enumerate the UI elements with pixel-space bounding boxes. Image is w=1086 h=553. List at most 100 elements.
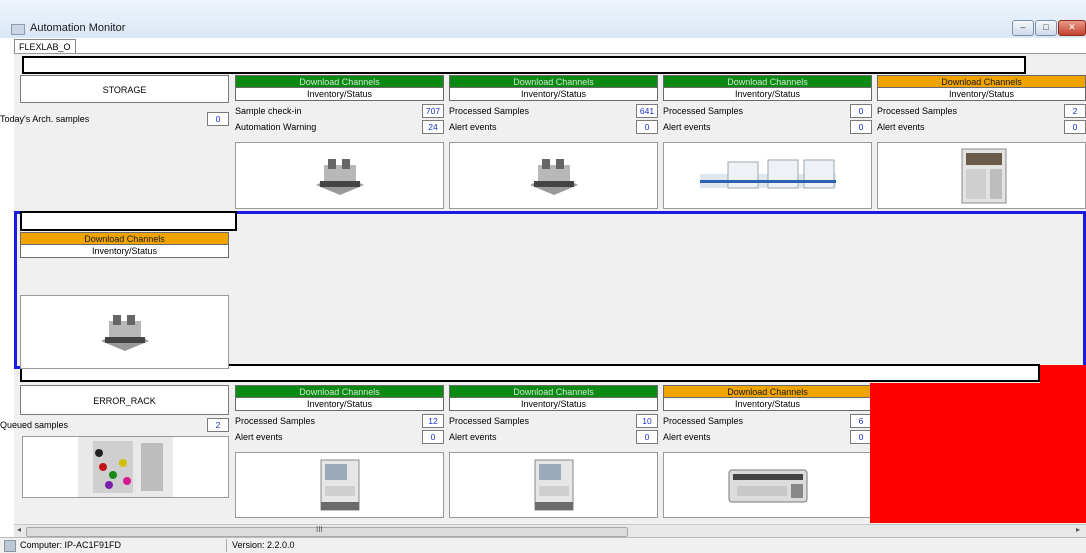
download-channels-button[interactable]: Download Channels <box>235 75 444 88</box>
analyzer-card[interactable]: Download ChannelsInventory/Status Process… <box>663 385 872 518</box>
metric-row: Sample check-in 707 <box>235 104 444 118</box>
tab-flexlab[interactable]: FLEXLAB_O <box>14 39 76 54</box>
metric-value: 0 <box>636 430 658 444</box>
status-computer: Computer: IP-AC1F91FD <box>20 540 122 550</box>
download-channels-button[interactable]: Download Channels <box>449 75 658 88</box>
metric-label: Automation Warning <box>235 122 317 132</box>
storage-card[interactable]: STORAGE Today's Arch. samples 0 <box>0 75 229 126</box>
scroll-thumb[interactable] <box>26 527 628 537</box>
instrument-image <box>449 452 658 518</box>
error-rack-card[interactable]: ERROR_RACK Queued samples 2 <box>0 385 229 498</box>
metric-row: Processed Samples 641 <box>449 104 658 118</box>
metric-value: 12 <box>422 414 444 428</box>
metric-label: Alert events <box>449 122 497 132</box>
title-bar: Automation Monitor – □ ✕ <box>0 0 1086 38</box>
download-channels-button[interactable]: Download Channels <box>235 385 444 398</box>
metric-row: Processed Samples 12 <box>235 414 444 428</box>
inventory-status-button[interactable]: Inventory/Status <box>663 398 872 411</box>
instrument-image <box>20 295 229 369</box>
close-button[interactable]: ✕ <box>1058 20 1086 36</box>
app-icon <box>11 24 25 35</box>
metric-row: Processed Samples 2 <box>877 104 1086 118</box>
metric-row: Automation Warning 24 <box>235 120 444 134</box>
metric-row: Alert events 0 <box>877 120 1086 134</box>
error-rack-image <box>22 436 229 498</box>
download-channels-button[interactable]: Download Channels <box>20 232 229 245</box>
metric-value: 0 <box>422 430 444 444</box>
instrument-image <box>449 142 658 209</box>
window-title: Automation Monitor <box>30 22 126 34</box>
status-bar: Computer: IP-AC1F91FD Version: 2.2.0.0 <box>0 537 1086 553</box>
metric-label: Processed Samples <box>663 106 744 116</box>
metric-value: 6 <box>850 414 872 428</box>
metric-value: 0 <box>1064 120 1086 134</box>
metric-label: Processed Samples <box>235 416 316 426</box>
horizontal-scrollbar[interactable]: ◂ III ▸ <box>14 524 1086 538</box>
metric-label: Alert events <box>877 122 925 132</box>
minimize-button[interactable]: – <box>1012 20 1034 36</box>
metric-label: Alert events <box>663 122 711 132</box>
metric-row: Alert events 0 <box>235 430 444 444</box>
inventory-status-button[interactable]: Inventory/Status <box>235 398 444 411</box>
metric-label: Sample check-in <box>235 106 302 116</box>
metric-value: 641 <box>636 104 658 118</box>
status-version: Version: 2.2.0.0 <box>232 540 295 550</box>
metric-value: 0 <box>636 120 658 134</box>
metric-label: Alert events <box>449 432 497 442</box>
analyzer-card[interactable]: Download Channels Inventory/Status Sample … <box>235 75 444 209</box>
metric-value: 0 <box>850 120 872 134</box>
inventory-status-button[interactable]: Inventory/Status <box>663 88 872 101</box>
storage-title: STORAGE <box>20 75 229 103</box>
inventory-status-button[interactable]: Inventory/Status <box>20 245 229 258</box>
metric-label: Alert events <box>235 432 283 442</box>
metric-label: Processed Samples <box>449 416 530 426</box>
metric-label: Processed Samples <box>449 106 530 116</box>
storage-label: Today's Arch. samples <box>0 114 90 124</box>
instrument-image <box>235 452 444 518</box>
metric-value: 2 <box>1064 104 1086 118</box>
metric-value: 0 <box>850 430 872 444</box>
metric-row: Alert events 0 <box>449 430 658 444</box>
download-channels-button[interactable]: Download Channels <box>877 75 1086 88</box>
analyzer-card[interactable]: Download ChannelsInventory/Status Process… <box>449 385 658 518</box>
download-channels-button[interactable]: Download Channels <box>449 385 658 398</box>
scroll-grip: III <box>316 525 323 534</box>
instrument-image <box>663 452 872 518</box>
inventory-status-button[interactable]: Inventory/Status <box>449 398 658 411</box>
metric-label: Alert events <box>663 432 711 442</box>
analyzer-card[interactable]: Download ChannelsInventory/Status Process… <box>663 75 872 209</box>
analyzer-card[interactable]: Download Channels Inventory/Status <box>20 232 229 369</box>
analyzer-card[interactable]: Download ChannelsInventory/Status Process… <box>235 385 444 518</box>
analyzer-card[interactable]: Download ChannelsInventory/Status Process… <box>877 75 1086 209</box>
scroll-left-arrow[interactable]: ◂ <box>17 525 21 534</box>
maximize-button[interactable]: □ <box>1035 20 1057 36</box>
group-header-bar-1 <box>22 56 1026 74</box>
instrument-image <box>663 142 872 209</box>
inventory-status-button[interactable]: Inventory/Status <box>449 88 658 101</box>
metric-row: Alert events 0 <box>663 120 872 134</box>
instrument-image <box>877 142 1086 209</box>
error-rack-value: 2 <box>207 418 229 432</box>
metric-row: Alert events 0 <box>663 430 872 444</box>
metric-value: 0 <box>850 104 872 118</box>
download-channels-button[interactable]: Download Channels <box>663 75 872 88</box>
alarm-indicator <box>1040 365 1086 385</box>
error-rack-row: Queued samples 2 <box>0 418 229 432</box>
metric-value: 10 <box>636 414 658 428</box>
metric-row: Processed Samples 6 <box>663 414 872 428</box>
storage-row: Today's Arch. samples 0 <box>0 112 229 126</box>
metric-label: Processed Samples <box>877 106 958 116</box>
group-header-bar-2 <box>20 211 237 231</box>
metric-value: 707 <box>422 104 444 118</box>
analyzer-card[interactable]: Download ChannelsInventory/Status Process… <box>449 75 658 209</box>
inventory-status-button[interactable]: Inventory/Status <box>235 88 444 101</box>
computer-icon <box>4 540 16 552</box>
inventory-status-button[interactable]: Inventory/Status <box>877 88 1086 101</box>
metric-row: Alert events 0 <box>449 120 658 134</box>
error-rack-label: Queued samples <box>0 420 69 430</box>
error-rack-title: ERROR_RACK <box>20 385 229 415</box>
metric-value: 24 <box>422 120 444 134</box>
download-channels-button[interactable]: Download Channels <box>663 385 872 398</box>
metric-label: Processed Samples <box>663 416 744 426</box>
scroll-right-arrow[interactable]: ▸ <box>1076 525 1080 534</box>
